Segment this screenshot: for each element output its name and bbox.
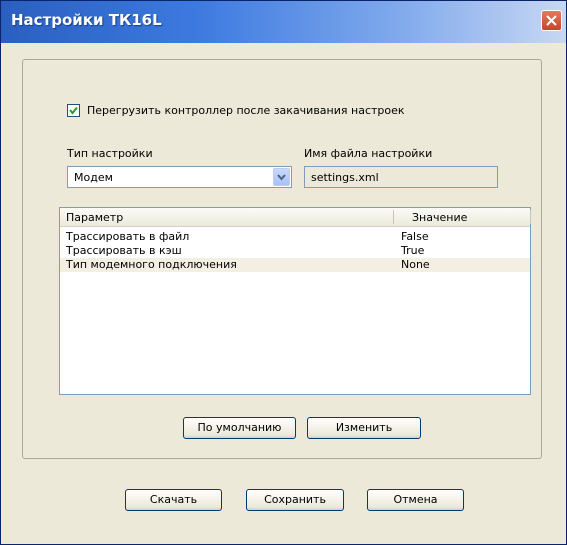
settings-type-label: Тип настройки: [67, 147, 153, 160]
column-parameter[interactable]: Параметр: [66, 211, 123, 224]
table-row[interactable]: Тип модемного подключения None: [60, 258, 530, 272]
param-value: True: [401, 244, 425, 257]
settings-group: Перегрузить контроллер после закачивания…: [22, 59, 542, 459]
reboot-checkbox[interactable]: [67, 104, 80, 117]
param-name: Трассировать в файл: [66, 230, 190, 243]
settings-file-field: settings.xml: [304, 166, 498, 188]
checkmark-icon: [69, 106, 78, 115]
reboot-label: Перегрузить контроллер после закачивания…: [87, 104, 405, 117]
default-button[interactable]: По умолчанию: [183, 417, 296, 439]
param-name: Трассировать в кэш: [66, 244, 182, 257]
close-icon: [546, 15, 557, 26]
table-row[interactable]: Трассировать в кэш True: [60, 244, 530, 258]
close-button[interactable]: [541, 10, 562, 31]
settings-dialog: Настройки ТК16L Перегрузить контроллер п…: [0, 0, 567, 545]
settings-type-select[interactable]: Модем: [67, 166, 292, 188]
save-button[interactable]: Сохранить: [246, 489, 344, 511]
table-row[interactable]: Трассировать в файл False: [60, 230, 530, 244]
download-button[interactable]: Скачать: [125, 489, 222, 511]
chevron-down-icon: [277, 174, 286, 181]
change-button[interactable]: Изменить: [307, 417, 421, 439]
param-value: None: [401, 258, 430, 271]
window-title: Настройки ТК16L: [11, 11, 162, 29]
dropdown-button[interactable]: [273, 168, 290, 186]
settings-file-label: Имя файла настройки: [304, 147, 433, 160]
column-value[interactable]: Значение: [412, 211, 467, 224]
dialog-body: Перегрузить контроллер после закачивания…: [9, 49, 555, 539]
title-bar[interactable]: Настройки ТК16L: [1, 1, 566, 43]
param-value: False: [401, 230, 429, 243]
settings-type-value: Модем: [74, 171, 113, 184]
list-header: Параметр Значение: [60, 208, 531, 227]
param-name: Тип модемного подключения: [66, 258, 237, 271]
settings-file-value: settings.xml: [311, 171, 379, 184]
parameters-list[interactable]: Параметр Значение Трассировать в файл Fa…: [59, 207, 531, 395]
cancel-button[interactable]: Отмена: [367, 489, 464, 511]
